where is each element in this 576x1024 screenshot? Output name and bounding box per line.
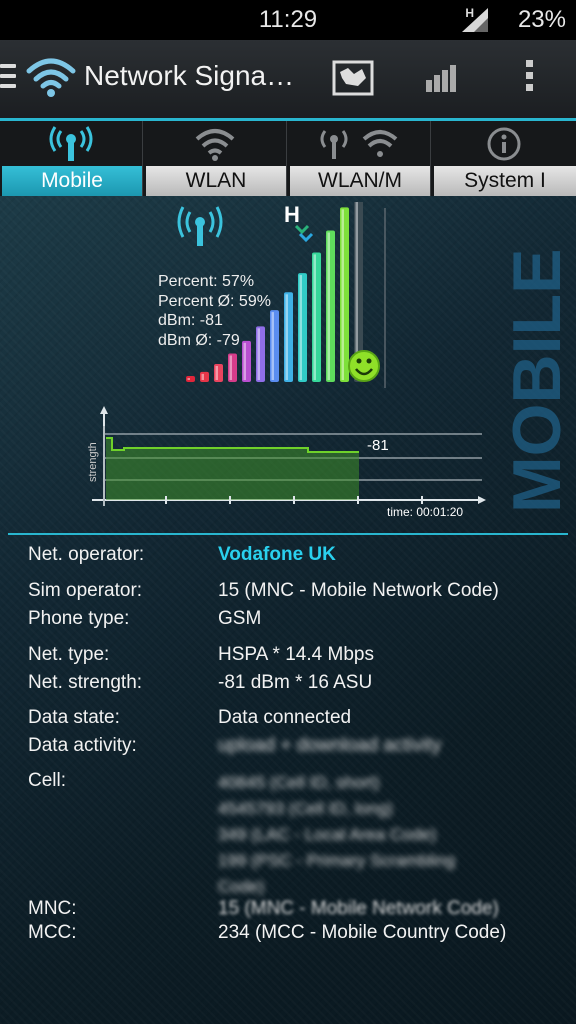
signal-level-bar (298, 273, 307, 382)
dbm-average: dBm Ø: -79 (158, 331, 240, 349)
cell-line: 199 (PSC - Primary Scrambling (218, 851, 456, 870)
info-value: upload + download activity (218, 735, 442, 756)
info-label: MCC: (28, 922, 77, 943)
status-bar: 11:29 H 23% (0, 0, 576, 40)
signal-level-bar (284, 292, 293, 382)
overflow-menu-icon[interactable] (526, 60, 536, 96)
menu-icon[interactable] (0, 64, 16, 94)
percent-value: Percent: 57% (158, 273, 255, 290)
info-label: MNC: (28, 898, 77, 919)
signal-level-bar (270, 310, 279, 382)
tab-wlan[interactable]: WLAN (144, 121, 287, 196)
side-label-text: MOBILE (499, 249, 575, 513)
signal-level-bar-highlight (313, 254, 316, 380)
info-icon (487, 127, 521, 161)
network-type-badge: H (284, 202, 300, 227)
info-value: Data connected (218, 707, 352, 728)
info-label: Net. strength: (28, 672, 143, 693)
tab-bar: Mobile WLAN WLAN/M System I (0, 118, 576, 196)
cell-tower-icon (177, 206, 223, 246)
graph-y-label: strength (87, 442, 99, 482)
battery-level: 23% (517, 6, 566, 33)
info-label: Sim operator: (28, 580, 143, 601)
download-arrow-icon (298, 232, 314, 243)
wifi-icon (195, 129, 235, 161)
tab-system-info[interactable]: System I (432, 121, 576, 196)
info-label: Data activity: (28, 735, 137, 756)
info-label: Cell: (28, 770, 67, 791)
info-value: GSM (218, 608, 262, 629)
cell-values: 40845 (Cell ID, short) 4545793 (Cell ID,… (218, 770, 455, 900)
cell-line: 40845 (Cell ID, short) (218, 773, 380, 792)
signal-level-bar-highlight (327, 232, 330, 380)
tab-mobile[interactable]: Mobile (0, 121, 143, 196)
info-label: Phone type: (28, 608, 130, 629)
cell-line: 349 (LAC - Local Area Code) (218, 825, 437, 844)
signal-level-bar-highlight (341, 209, 344, 380)
strength-graph: strength -81 time: 00:01:20 (87, 406, 486, 519)
signal-icon (462, 8, 488, 32)
tab-system-info-label: System I (434, 166, 576, 196)
action-bar: Network Signa… (0, 40, 576, 118)
percent-average: Percent Ø: 59% (158, 292, 271, 310)
signal-level-bar (228, 353, 237, 382)
signal-level-bar (214, 363, 223, 382)
signal-level-bar (200, 371, 209, 382)
info-value: 15 (MNC - Mobile Network Code) (218, 898, 499, 919)
tab-wlan-mobile-label: WLAN/M (290, 166, 430, 196)
tab-wlan-mobile[interactable]: WLAN/M (288, 121, 431, 196)
signal-level-bar-highlight (299, 275, 302, 380)
signal-bars-icon[interactable] (424, 64, 458, 92)
signal-level-bar-highlight (215, 365, 218, 380)
smiley-icon (348, 350, 380, 382)
signal-level-bar-highlight (187, 378, 190, 380)
info-value: -81 dBm * 16 ASU (218, 672, 373, 693)
info-value: HSPA * 14.4 Mbps (218, 644, 374, 665)
map-icon[interactable] (332, 60, 374, 96)
signal-level-bar-highlight (285, 294, 288, 380)
signal-level-bar (340, 207, 349, 382)
app-title: Network Signa… (84, 60, 295, 91)
cell-tower-icon (49, 126, 93, 161)
signal-level-bar-highlight (229, 355, 232, 380)
info-label: Net. operator: (28, 544, 145, 565)
signal-level-bar-highlight (271, 312, 274, 380)
info-value: 234 (MCC - Mobile Country Code) (218, 922, 507, 943)
signal-stats: Percent: 57% Percent Ø: 59% dBm: -81 dBm… (158, 272, 271, 350)
side-label: MOBILE (499, 249, 575, 513)
signal-level-bar (326, 230, 335, 382)
signal-level-bar (312, 252, 321, 382)
info-label: Net. type: (28, 644, 110, 665)
tower-wifi-icon (320, 130, 398, 159)
content-area: MOBILE H Percent: 57% Percent Ø: 59% dBm… (0, 196, 576, 1024)
signal-level-bar-highlight (201, 373, 204, 380)
divider (8, 533, 568, 535)
tab-mobile-label: Mobile (2, 166, 142, 196)
graph-time-label: time: 00:01:20 (387, 505, 463, 519)
cell-line: 4545793 (Cell ID, long) (218, 799, 393, 818)
tab-wlan-label: WLAN (146, 166, 286, 196)
info-label: Data state: (28, 707, 120, 728)
graph-value-label: -81 (367, 437, 389, 454)
info-value: 15 (MNC - Mobile Network Code) (218, 580, 499, 601)
cell-line: Code) (218, 877, 265, 896)
signal-level-bar (186, 376, 195, 382)
info-value: Vodafone UK (218, 544, 336, 565)
dbm-value: dBm: -81 (158, 312, 223, 329)
upload-arrow-icon (294, 224, 310, 235)
wifi-icon[interactable] (26, 54, 76, 98)
